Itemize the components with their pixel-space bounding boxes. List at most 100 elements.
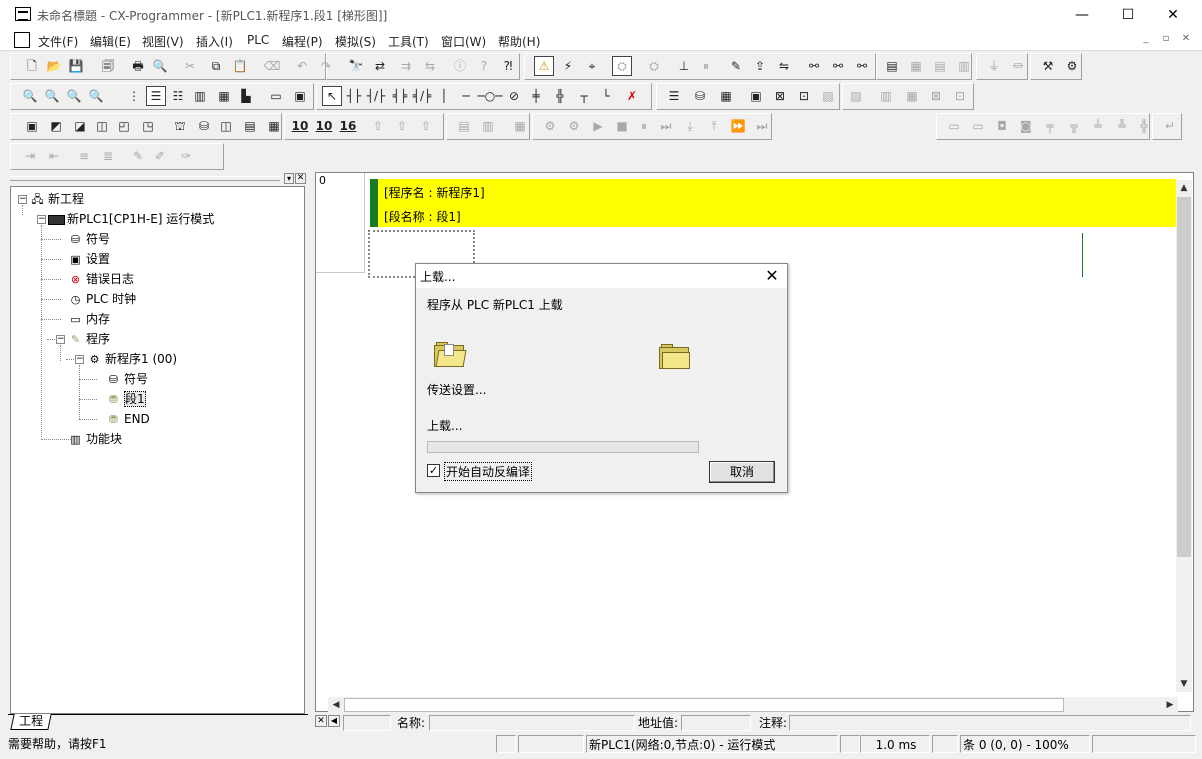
contact-no-icon[interactable]: ┤├: [344, 86, 364, 106]
scroll-right-icon[interactable]: ▶: [1162, 697, 1178, 713]
tree-expander-programs[interactable]: −: [56, 335, 65, 344]
ct-icon[interactable]: ▣: [290, 86, 310, 106]
mem5-icon[interactable]: ▨: [846, 86, 866, 106]
tree-expander-plc[interactable]: −: [37, 215, 46, 224]
link3-icon[interactable]: ⚯: [852, 56, 872, 76]
menu-file[interactable]: 文件(F): [38, 33, 78, 50]
r10-icon[interactable]: ↵: [1160, 116, 1180, 136]
delete-icon[interactable]: ⌫: [262, 56, 282, 76]
select-cursor-icon[interactable]: ↖: [322, 86, 342, 106]
tool-b-icon[interactable]: ✐: [150, 146, 170, 166]
view6-icon[interactable]: ◳: [138, 116, 158, 136]
menu-view[interactable]: 视图(V): [142, 33, 184, 50]
info-close-icon[interactable]: ✕: [315, 715, 327, 727]
program-header[interactable]: [程序名 : 新程序1] [段名称 : 段1]: [370, 179, 1176, 227]
save-icon[interactable]: 💾: [66, 56, 86, 76]
tool2-icon[interactable]: ⚙: [1062, 56, 1082, 76]
align2-icon[interactable]: ≣: [98, 146, 118, 166]
window1-icon[interactable]: ▤: [882, 56, 902, 76]
help-icon[interactable]: ?: [474, 56, 494, 76]
cut-icon[interactable]: ✂: [180, 56, 200, 76]
step-icon[interactable]: ⚙: [540, 116, 560, 136]
menu-edit[interactable]: 编辑(E): [90, 33, 131, 50]
vertical-scroll-thumb[interactable]: [1177, 197, 1191, 557]
hex10b-icon[interactable]: 10: [314, 116, 334, 136]
io-icon[interactable]: ⏚: [984, 56, 1004, 76]
comment-icon[interactable]: ☰: [146, 86, 166, 106]
tab-project[interactable]: 工程: [10, 714, 52, 730]
tree-node-plc[interactable]: 新PLC1[CP1H-E] 运行模式: [48, 210, 214, 228]
redo-icon[interactable]: ↷: [316, 56, 336, 76]
mdi-restore-button[interactable]: ▫: [1158, 33, 1174, 47]
replace-icon[interactable]: ⇄: [370, 56, 390, 76]
vertical-scrollbar[interactable]: ▲ ▼: [1176, 180, 1192, 692]
close-button[interactable]: ✕: [1150, 0, 1196, 30]
r3-icon[interactable]: ◘: [992, 116, 1012, 136]
stop-icon[interactable]: ■: [612, 116, 632, 136]
link-icon[interactable]: ⚯: [804, 56, 824, 76]
stack2-icon[interactable]: ⛁: [690, 86, 710, 106]
cancel-button[interactable]: 取消: [709, 461, 775, 483]
auto-decompile-label[interactable]: 开始自动反编译: [444, 462, 533, 481]
delete-line-icon[interactable]: ✗: [622, 86, 642, 106]
new-icon[interactable]: 🗋: [22, 56, 42, 76]
hex16-icon[interactable]: 16: [338, 116, 358, 136]
tree-node-program1[interactable]: ⚙ 新程序1 (00): [86, 350, 178, 368]
r4-icon[interactable]: ◙: [1016, 116, 1036, 136]
address-field[interactable]: [681, 715, 751, 731]
tree-node-section1[interactable]: ⛃ 段1: [105, 390, 146, 408]
scroll-left-icon[interactable]: ◀: [328, 697, 344, 713]
menu-tools[interactable]: 工具(T): [388, 33, 429, 50]
copy-icon[interactable]: ⧉: [206, 56, 226, 76]
error-icon[interactable]: ⚡: [558, 56, 578, 76]
find-errors-icon[interactable]: ⌖: [582, 56, 602, 76]
mdi-minimize-button[interactable]: _: [1138, 33, 1154, 47]
menu-plc[interactable]: PLC: [247, 33, 269, 47]
step-back-icon[interactable]: ⤒: [704, 116, 724, 136]
context-help-icon[interactable]: ⁈: [498, 56, 518, 76]
io2-icon[interactable]: ⏛: [1008, 56, 1028, 76]
menu-insert[interactable]: 插入(I): [196, 33, 233, 50]
mon4-icon[interactable]: ⊡: [950, 86, 970, 106]
compile-icon[interactable]: ⛭: [612, 56, 632, 76]
branch-icon[interactable]: ┬: [574, 86, 594, 106]
find-icon[interactable]: 🔭: [346, 56, 366, 76]
tree-node-end[interactable]: ⛃ END: [105, 410, 150, 428]
maximize-button[interactable]: ☐: [1105, 0, 1151, 30]
replace-next-icon[interactable]: ⇆: [420, 56, 440, 76]
dialog-close-icon[interactable]: ✕: [762, 266, 782, 286]
fast-forward-icon[interactable]: ⏩: [728, 116, 748, 136]
view5-icon[interactable]: ◰: [114, 116, 134, 136]
coil-nc-icon[interactable]: ⊘: [504, 86, 524, 106]
zoom-small-icon[interactable]: 🔍: [20, 86, 40, 106]
r8-icon[interactable]: ╩: [1112, 116, 1132, 136]
up2-icon[interactable]: ⇧: [392, 116, 412, 136]
align-icon[interactable]: ≡: [74, 146, 94, 166]
r2-icon[interactable]: ▭: [968, 116, 988, 136]
r9-icon[interactable]: ╬: [1134, 116, 1154, 136]
view11-icon[interactable]: ▦: [264, 116, 284, 136]
watch-icon[interactable]: ⛭: [644, 56, 664, 76]
mem2-icon[interactable]: ⊠: [770, 86, 790, 106]
contact-nc-icon[interactable]: ┤/├: [366, 86, 386, 106]
minimize-button[interactable]: —: [1059, 0, 1105, 30]
view1-icon[interactable]: ▣: [22, 116, 42, 136]
scroll-up-icon[interactable]: ▲: [1176, 180, 1192, 196]
view3-icon[interactable]: ◪: [70, 116, 90, 136]
comment-field[interactable]: [789, 715, 1191, 731]
monitor-icon[interactable]: ⊥: [674, 56, 694, 76]
view7-icon[interactable]: ⛫: [170, 116, 190, 136]
tree-node-programs[interactable]: ✎ 程序: [67, 330, 110, 348]
tree-node-plc-clock[interactable]: ◷ PLC 时钟: [67, 290, 136, 308]
tree-node-settings[interactable]: ▣ 设置: [67, 250, 110, 268]
tool-icon[interactable]: ⚒: [1038, 56, 1058, 76]
document-icon[interactable]: [14, 32, 30, 48]
paste-icon[interactable]: 📋: [230, 56, 250, 76]
window4-icon[interactable]: ▥: [954, 56, 974, 76]
tree-node-program-symbols[interactable]: ⛁ 符号: [105, 370, 148, 388]
panel-pin-icon[interactable]: ▾: [284, 173, 294, 184]
link2-icon[interactable]: ⚯: [828, 56, 848, 76]
pause-icon[interactable]: ⏸: [696, 56, 716, 76]
branch-end-icon[interactable]: └: [596, 86, 616, 106]
r6-icon[interactable]: ╦: [1064, 116, 1084, 136]
